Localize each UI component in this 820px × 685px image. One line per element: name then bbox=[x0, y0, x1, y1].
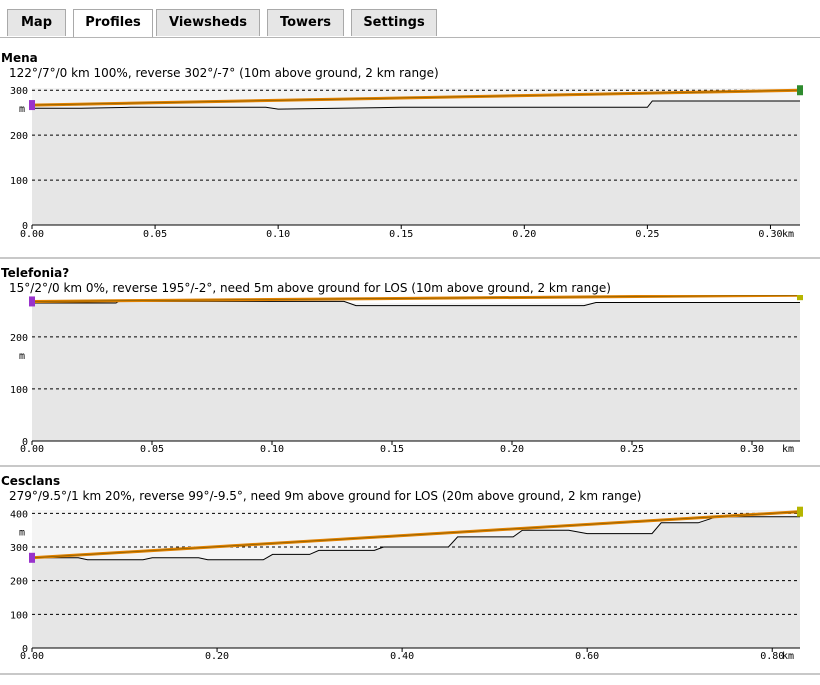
x-tick-label: 0.00 bbox=[20, 229, 44, 240]
tab-label: Profiles bbox=[85, 15, 141, 30]
terrain-area bbox=[32, 101, 800, 225]
x-tick-label: 0.20 bbox=[205, 651, 229, 662]
y-tick-label: 100 bbox=[10, 610, 28, 621]
tab-label: Map bbox=[20, 15, 52, 30]
tab-label: Viewsheds bbox=[169, 15, 247, 30]
profile-title: Telefonia? bbox=[1, 266, 70, 280]
profile-subtitle: 122°/7°/0 km 100%, reverse 302°/-7° (10m… bbox=[9, 66, 439, 80]
x-tick-label: 0.40 bbox=[390, 651, 414, 662]
profile-title: Mena bbox=[1, 51, 38, 65]
y-tick-label: 100 bbox=[10, 385, 28, 396]
y-tick-label: 200 bbox=[10, 131, 28, 142]
profile-subtitle: 279°/9.5°/1 km 20%, reverse 99°/-9.5°, n… bbox=[9, 489, 642, 503]
section-divider bbox=[0, 465, 820, 467]
x-tick-label: 0.25 bbox=[620, 444, 644, 455]
x-tick-label: 0.20 bbox=[500, 444, 524, 455]
tab-viewsheds[interactable]: Viewsheds bbox=[156, 9, 260, 36]
x-tick-label: 0.30 bbox=[740, 444, 764, 455]
x-tick-label: 0.25 bbox=[635, 229, 659, 240]
tab-profiles[interactable]: Profiles bbox=[73, 9, 153, 38]
x-tick-label: 0.00 bbox=[20, 444, 44, 455]
section-divider bbox=[0, 673, 820, 675]
y-tick-label: 300 bbox=[10, 543, 28, 554]
tab-bar-baseline bbox=[0, 37, 820, 38]
end-marker bbox=[797, 506, 803, 517]
profile-chart: 3002001000m0.00 0.05 0.10 0.15 0.20 0.25 0.30 k… bbox=[10, 85, 803, 240]
profile-subtitle: 15°/2°/0 km 0%, reverse 195°/-2°, need 5… bbox=[9, 281, 611, 295]
profile-chart: 4003002001000m0.00 0.20 0.40 0.60 0.80km bbox=[10, 506, 803, 662]
profile-title: Cesclans bbox=[1, 474, 61, 488]
y-tick-label: 400 bbox=[10, 509, 28, 520]
y-unit-label: m bbox=[19, 104, 25, 115]
tab-label: Settings bbox=[363, 15, 425, 30]
x-tick-label: 0.80 bbox=[760, 651, 784, 662]
y-tick-label: 100 bbox=[10, 176, 28, 187]
tab-label: Towers bbox=[279, 15, 332, 30]
tab-settings[interactable]: Settings bbox=[351, 9, 437, 36]
x-unit-label: km bbox=[782, 651, 794, 662]
start-marker bbox=[29, 296, 35, 307]
x-tick-label: 0.60 bbox=[575, 651, 599, 662]
start-marker bbox=[29, 552, 35, 563]
x-tick-label: 0.10 bbox=[266, 229, 290, 240]
x-tick-label: 0.15 bbox=[389, 229, 413, 240]
end-marker bbox=[797, 295, 803, 301]
tab-map[interactable]: Map bbox=[7, 9, 66, 36]
y-tick-label: 300 bbox=[10, 86, 28, 97]
section-divider bbox=[0, 257, 820, 259]
x-tick-label: 0.05 bbox=[140, 444, 164, 455]
start-marker bbox=[29, 100, 35, 111]
x-tick-label: 0.00 bbox=[20, 651, 44, 662]
x-unit-label: km bbox=[782, 229, 794, 240]
x-tick-label: 0.05 bbox=[143, 229, 167, 240]
x-tick-label: 0.20 bbox=[512, 229, 536, 240]
y-tick-label: 200 bbox=[10, 577, 28, 588]
terrain-area bbox=[32, 301, 800, 441]
end-marker bbox=[797, 85, 803, 96]
x-tick-label: 0.15 bbox=[380, 444, 404, 455]
tab-bar: Map Profiles Viewsheds Towers Settings bbox=[0, 0, 820, 38]
tab-towers[interactable]: Towers bbox=[267, 9, 344, 36]
x-tick-label: 0.30 bbox=[758, 229, 782, 240]
y-unit-label: m bbox=[19, 527, 25, 538]
y-tick-label: 200 bbox=[10, 333, 28, 344]
line-of-sight-center bbox=[31, 295, 801, 302]
y-unit-label: m bbox=[19, 351, 25, 362]
x-unit-label: km bbox=[782, 444, 794, 455]
x-tick-label: 0.10 bbox=[260, 444, 284, 455]
profile-chart: 2001000m0.00 0.05 0.10 0.15 0.20 0.25 0.30 km bbox=[10, 295, 803, 455]
